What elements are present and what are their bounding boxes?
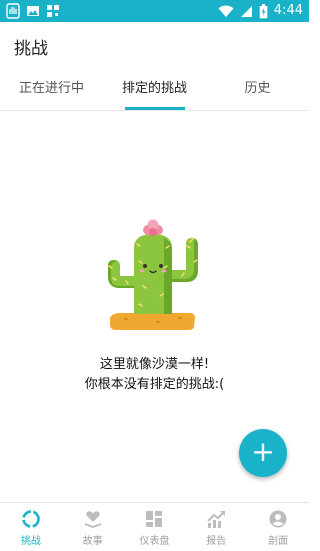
tab-scheduled[interactable]: 排定的挑战	[103, 68, 206, 110]
nav-label-stories: 故事	[82, 536, 103, 547]
profile-icon	[269, 510, 287, 528]
page-title: 挑战	[14, 39, 48, 59]
chart-trend-icon	[207, 511, 226, 528]
nav-label-challenges: 挑战	[20, 536, 41, 547]
wifi-icon	[218, 5, 234, 17]
tab-bar: 正在进行中 排定的挑战 历史	[0, 68, 309, 111]
nav-item-stories[interactable]: 故事	[62, 503, 124, 551]
empty-state-message: 你根本没有排定的挑战:(	[84, 377, 225, 392]
hand-notification-icon	[6, 3, 20, 19]
challenge-ring-icon	[22, 510, 40, 528]
nav-item-reports[interactable]: 报告	[185, 503, 247, 551]
nav-label-dashboard: 仪表盘	[139, 536, 170, 547]
battery-icon	[259, 3, 268, 18]
nav-item-profile[interactable]: 剖面	[247, 503, 309, 551]
nav-item-challenges[interactable]: 挑战	[0, 503, 62, 551]
cactus-illustration	[108, 219, 198, 330]
qr-notification-icon	[47, 5, 59, 17]
nav-label-profile: 剖面	[268, 536, 289, 547]
book-heart-icon	[84, 511, 101, 528]
tab-history[interactable]: 历史	[206, 68, 309, 110]
empty-state-title: 这里就像沙漠一样!	[99, 357, 210, 372]
plus-icon: +	[251, 435, 275, 468]
signal-icon	[240, 5, 252, 17]
bottom-navigation: 挑战 故事 仪表盘 报告 剖面	[0, 502, 309, 551]
app-bar: 挑战	[0, 22, 309, 68]
status-bar: 4:44	[0, 0, 309, 22]
image-notification-icon	[27, 6, 39, 16]
add-challenge-button[interactable]: +	[239, 429, 287, 477]
dashboard-grid-icon	[146, 511, 163, 527]
tab-in-progress[interactable]: 正在进行中	[0, 68, 103, 110]
nav-item-dashboard[interactable]: 仪表盘	[124, 503, 186, 551]
status-time: 4:44	[273, 3, 303, 18]
nav-label-reports: 报告	[206, 536, 227, 547]
active-tab-indicator	[125, 107, 185, 110]
